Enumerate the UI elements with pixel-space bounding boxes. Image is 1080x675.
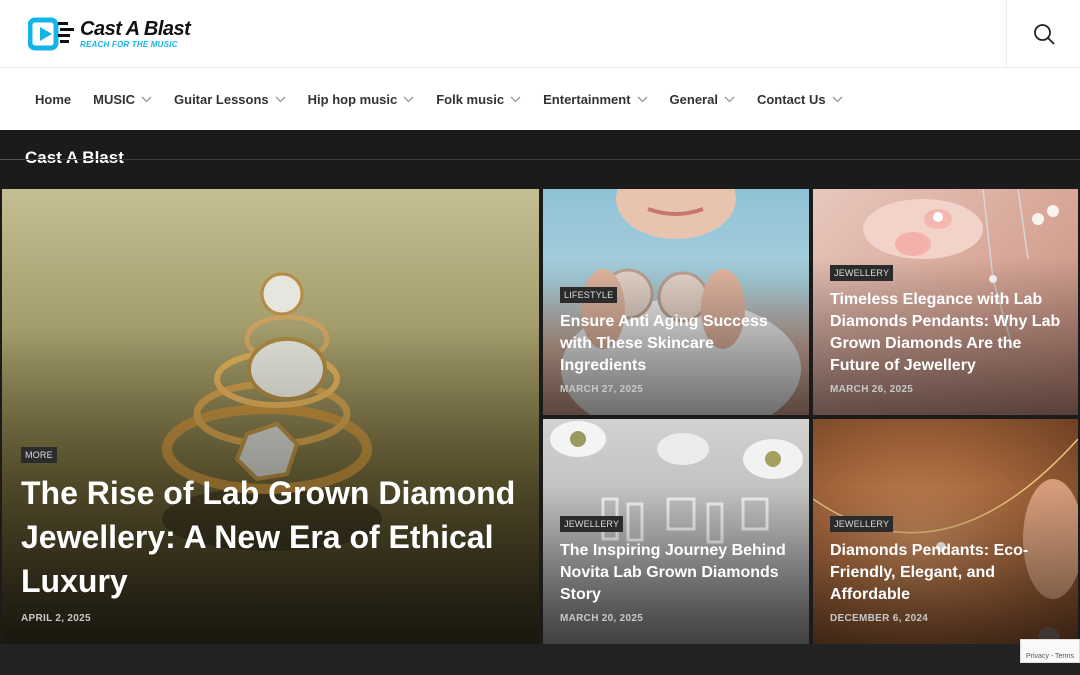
site-header: Cast A Blast REACH FOR THE MUSIC: [0, 0, 1080, 68]
category-badge[interactable]: JEWELLERY: [830, 516, 894, 532]
nav-item-label: MUSIC: [93, 91, 136, 107]
search-icon: [1033, 24, 1054, 45]
post-card[interactable]: JEWELLERY Timeless Elegance with Lab Dia…: [813, 189, 1078, 415]
post-card[interactable]: LIFESTYLE Ensure Anti Aging Success with…: [543, 189, 809, 415]
featured-post-card[interactable]: MORE The Rise of Lab Grown Diamond Jewel…: [2, 189, 539, 644]
post-date: MARCH 26, 2025: [830, 384, 914, 395]
featured-section: Cast A Blast MORE The Rise of Lab Grown …: [0, 130, 1080, 675]
post-date: APRIL 2, 2025: [21, 613, 91, 624]
section-divider-accent: [0, 159, 24, 160]
nav-item-home[interactable]: Home: [35, 92, 71, 107]
nav-item-entertainment[interactable]: Entertainment: [543, 91, 648, 107]
category-badge[interactable]: LIFESTYLE: [560, 287, 618, 303]
chevron-down-icon: [832, 96, 843, 102]
post-content: LIFESTYLE Ensure Anti Aging Success with…: [560, 285, 795, 395]
nav-item-label: Guitar Lessons: [174, 91, 269, 107]
category-badge[interactable]: JEWELLERY: [560, 516, 624, 532]
section-footer-strip: [0, 644, 1080, 675]
nav-item-label: Folk music: [436, 91, 505, 107]
nav-item-label: General: [669, 91, 718, 107]
post-content: JEWELLERY Diamonds Pendants: Eco-Friendl…: [830, 514, 1064, 624]
category-badge[interactable]: MORE: [21, 447, 57, 463]
chevron-down-icon: [403, 96, 414, 102]
recaptcha-badge[interactable]: Privacy - Terms: [1020, 639, 1080, 663]
chevron-down-icon: [724, 96, 735, 102]
post-title[interactable]: The Inspiring Journey Behind Novita Lab …: [560, 540, 795, 606]
chevron-down-icon: [510, 96, 521, 102]
site-name: Cast A Blast: [80, 18, 191, 40]
nav-item-hip-hop-music[interactable]: Hip hop music: [308, 92, 415, 107]
recaptcha-links[interactable]: Privacy - Terms: [1026, 653, 1074, 660]
nav-item-label: Entertainment: [543, 91, 631, 107]
site-tagline: REACH FOR THE MUSIC: [80, 40, 178, 49]
nav-item-label: Home: [35, 91, 72, 107]
main-nav: Home MUSIC Guitar Lessons Hip hop music …: [0, 68, 1080, 130]
post-title[interactable]: Timeless Elegance with Lab Diamonds Pend…: [830, 289, 1064, 377]
chevron-down-icon: [275, 96, 286, 102]
nav-item-label: Hip hop music: [307, 91, 398, 107]
nav-item-contact-us[interactable]: Contact Us: [757, 92, 843, 107]
chevron-down-icon: [637, 96, 648, 102]
chevron-down-icon: [141, 96, 152, 102]
post-content: JEWELLERY Timeless Elegance with Lab Dia…: [830, 263, 1064, 395]
post-date: MARCH 27, 2025: [560, 384, 644, 395]
post-title[interactable]: Ensure Anti Aging Success with These Ski…: [560, 311, 795, 377]
nav-item-guitar-lessons[interactable]: Guitar Lessons: [174, 92, 286, 107]
section-title: Cast A Blast: [25, 148, 124, 167]
nav-item-folk-music[interactable]: Folk music: [436, 92, 521, 107]
post-date: DECEMBER 6, 2024: [830, 613, 929, 624]
post-date: MARCH 20, 2025: [560, 613, 644, 624]
post-card[interactable]: JEWELLERY The Inspiring Journey Behind N…: [543, 419, 809, 644]
section-divider: [0, 159, 1080, 160]
site-logo[interactable]: Cast A Blast REACH FOR THE MUSIC: [27, 14, 198, 54]
nav-item-label: Contact Us: [756, 91, 826, 107]
play-logo-icon: [27, 16, 76, 52]
nav-item-general[interactable]: General: [670, 92, 735, 107]
nav-item-music[interactable]: MUSIC: [93, 92, 152, 107]
post-title[interactable]: Diamonds Pendants: Eco-Friendly, Elegant…: [830, 540, 1064, 606]
category-badge[interactable]: JEWELLERY: [830, 265, 894, 281]
post-title[interactable]: The Rise of Lab Grown Diamond Jewellery:…: [21, 471, 525, 603]
post-content: JEWELLERY The Inspiring Journey Behind N…: [560, 514, 795, 624]
post-content: MORE The Rise of Lab Grown Diamond Jewel…: [21, 445, 525, 624]
post-card[interactable]: JEWELLERY Diamonds Pendants: Eco-Friendl…: [813, 419, 1078, 644]
search-button[interactable]: [1006, 0, 1080, 68]
